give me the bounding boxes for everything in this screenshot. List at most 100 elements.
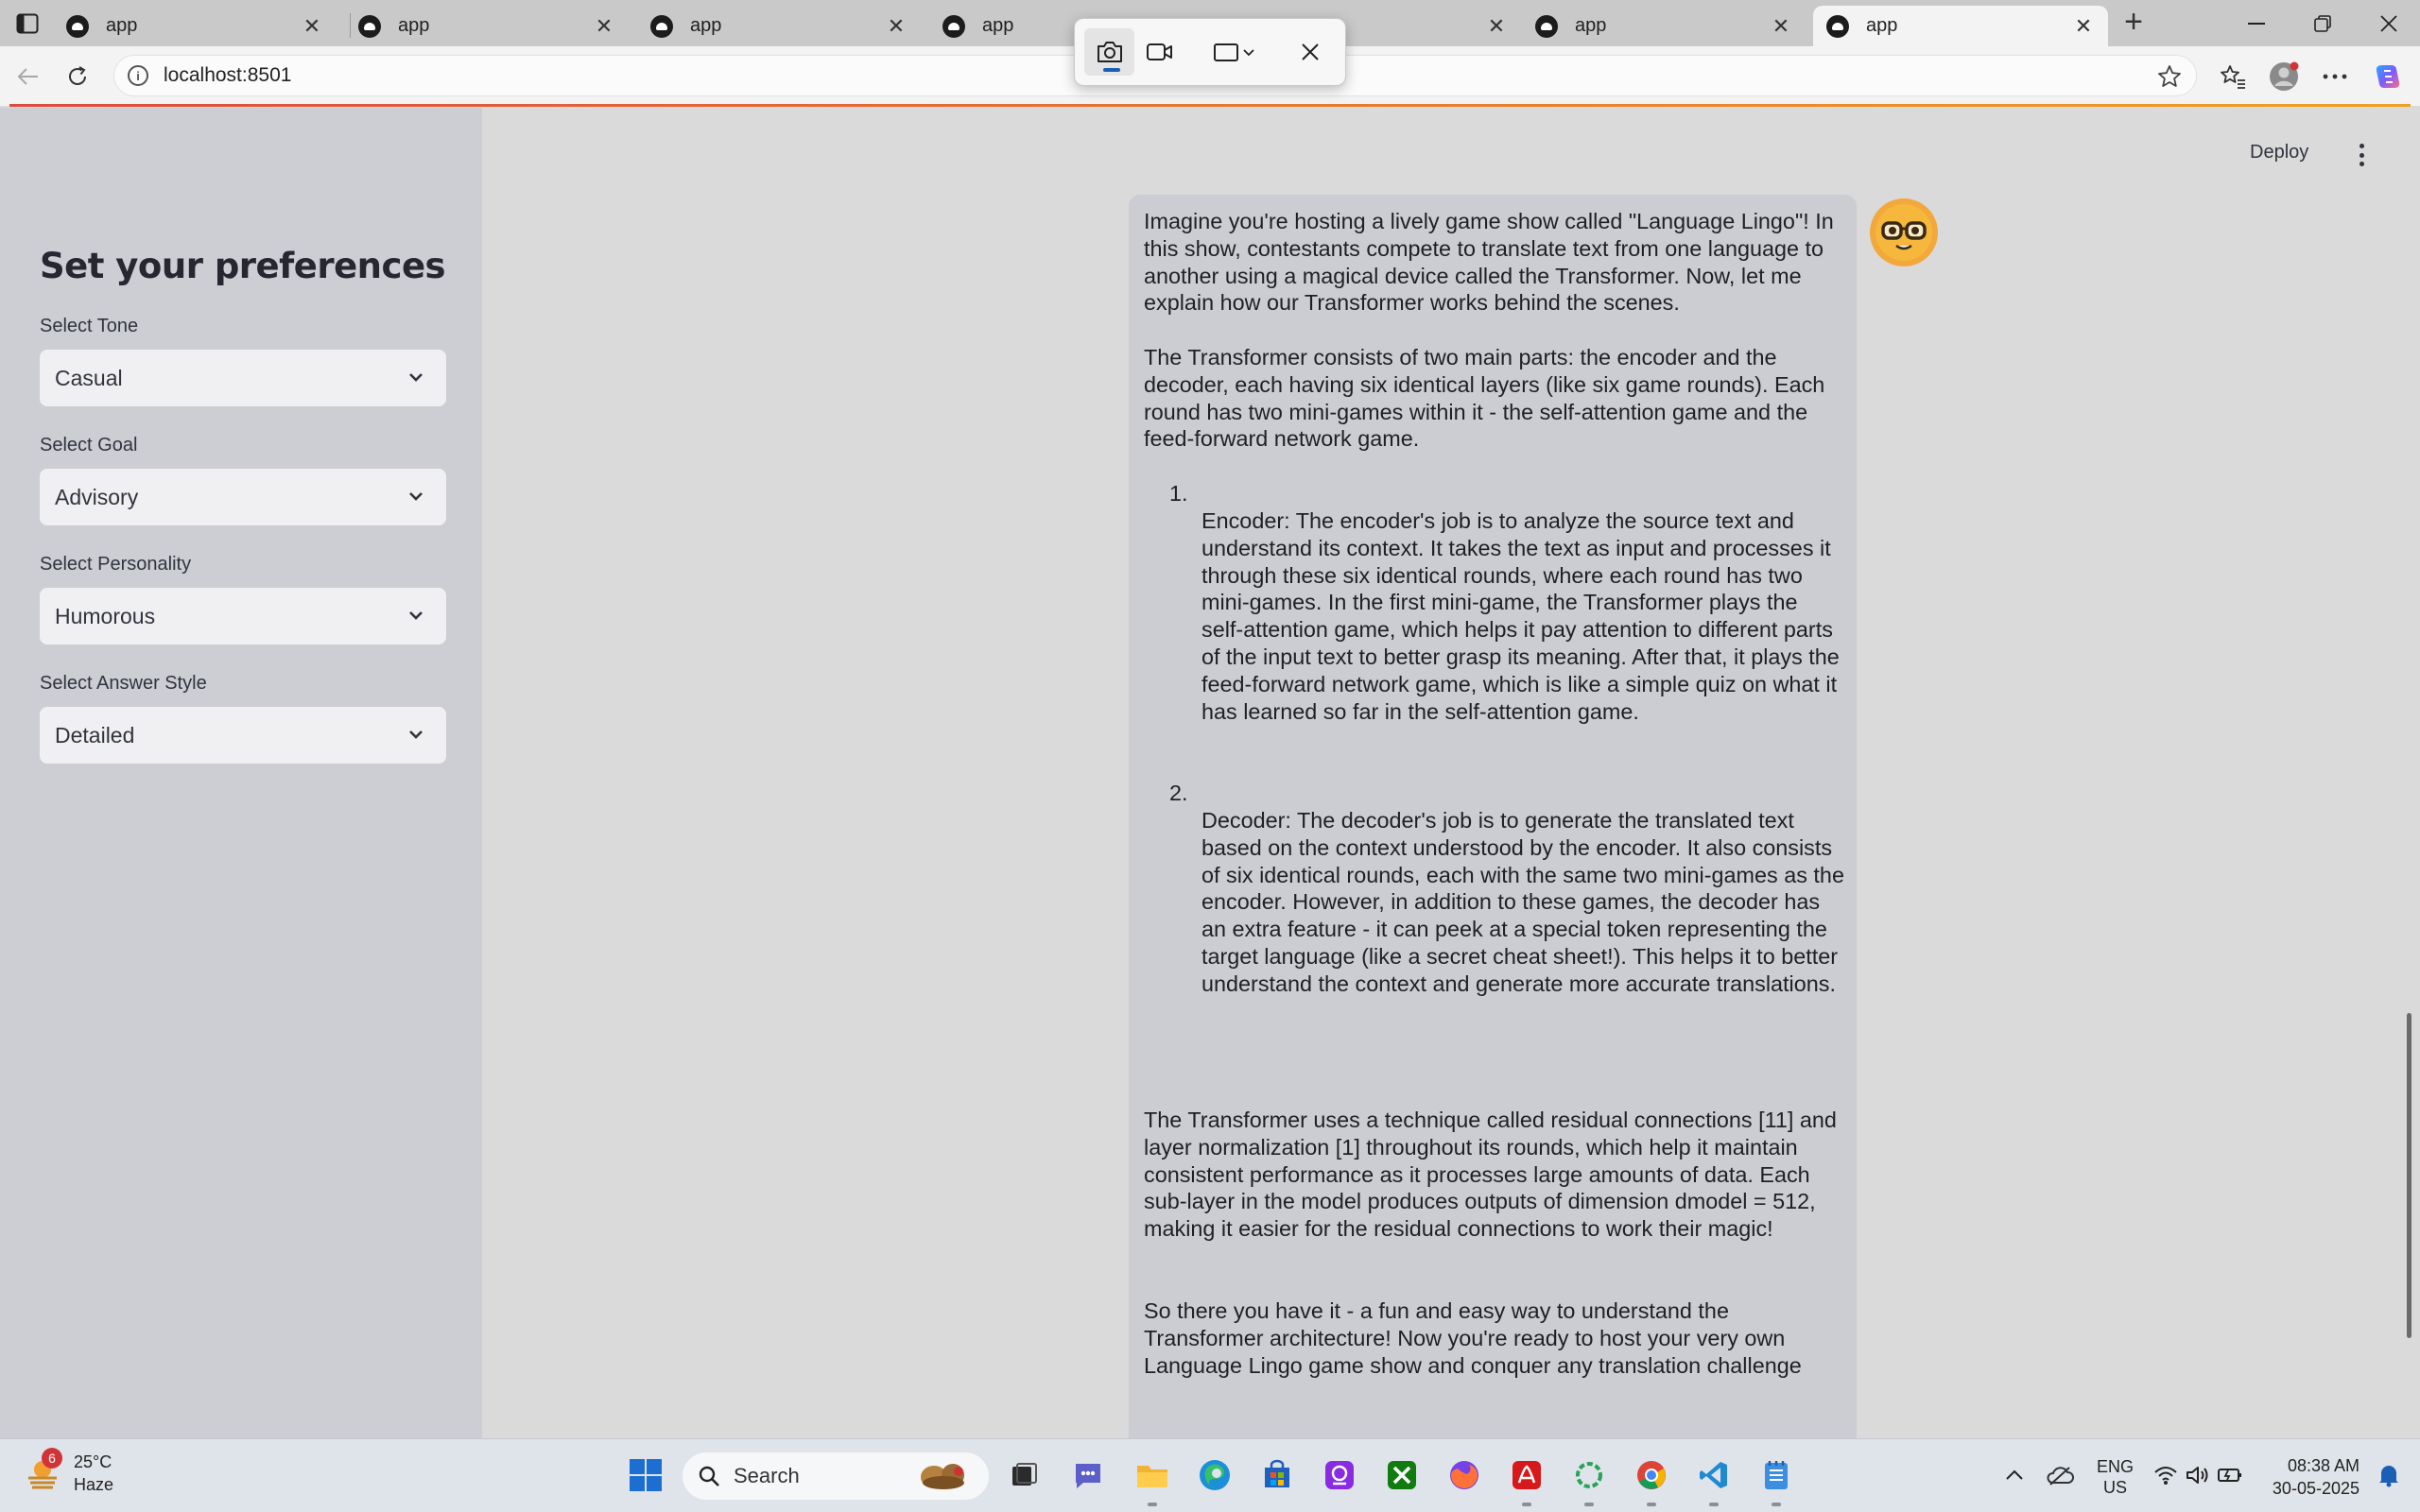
chat-icon[interactable]	[1068, 1455, 1108, 1495]
region-code: US	[2103, 1478, 2128, 1497]
refresh-icon[interactable]	[60, 60, 95, 94]
message-paragraph: The Transformer consists of two main par…	[1144, 345, 1825, 452]
browser-tab[interactable]: app ✕	[1522, 6, 1806, 46]
tone-label: Select Tone	[40, 316, 139, 336]
task-view-icon[interactable]	[1004, 1455, 1044, 1495]
app-favicon-icon	[358, 14, 381, 38]
firefox-icon[interactable]	[1444, 1455, 1484, 1495]
onedrive-icon[interactable]	[2040, 1455, 2080, 1495]
ellipsis-icon[interactable]	[2318, 60, 2352, 94]
chevron-down-icon	[406, 486, 425, 511]
tab-close-icon[interactable]: ✕	[2072, 14, 2095, 38]
clock-date: 30-05-2025	[2272, 1479, 2360, 1498]
goal-label: Select Goal	[40, 435, 138, 455]
chrome-icon[interactable]	[1632, 1455, 1671, 1506]
show-hidden-icons-chevron-icon[interactable]	[1995, 1455, 2034, 1495]
notification-bell-icon[interactable]	[2369, 1455, 2409, 1495]
weather-condition: Haze	[74, 1475, 114, 1494]
acrobat-icon[interactable]	[1507, 1455, 1547, 1506]
minimize-button[interactable]	[2223, 0, 2290, 46]
goal-select[interactable]: Advisory	[40, 469, 446, 525]
back-arrow-icon[interactable]	[11, 60, 45, 94]
answer-style-select-value: Detailed	[55, 722, 135, 747]
sidebar: Set your preferences Select Tone Casual …	[0, 108, 482, 1438]
chat-message-body: Imagine you're hosting a lively game sho…	[1144, 208, 1845, 1379]
taskbar-search[interactable]: Search	[683, 1452, 989, 1500]
browser-tab-active[interactable]: app ✕	[1813, 6, 2108, 46]
screen-capture-toolbar	[1074, 18, 1346, 86]
restore-button[interactable]	[2290, 0, 2356, 46]
taskbar: 6 25°C Haze Search ENG US 08:38 AM 30-05…	[0, 1438, 2420, 1512]
camera-icon[interactable]	[1084, 28, 1135, 76]
tab-title: app	[106, 15, 138, 36]
video-icon[interactable]	[1134, 28, 1184, 76]
tab-close-icon[interactable]: ✕	[301, 14, 323, 38]
personality-select-value: Humorous	[55, 603, 156, 628]
browser-tab[interactable]: app ✕	[53, 6, 337, 46]
star-icon[interactable]	[2156, 63, 2183, 94]
info-icon[interactable]: i	[128, 65, 148, 86]
search-icon	[698, 1465, 720, 1487]
input-language[interactable]: ENG US	[2097, 1456, 2134, 1498]
list-item: 2. Decoder: The decoder's job is to gene…	[1144, 780, 1845, 1107]
app-favicon-icon	[1535, 14, 1558, 38]
weather-widget[interactable]: 6 25°C Haze	[25, 1448, 114, 1496]
chevron-down-icon	[406, 605, 425, 630]
message-paragraph: Imagine you're hosting a lively game sho…	[1144, 209, 1834, 316]
list-item-number: 2.	[1169, 781, 1188, 805]
search-placeholder: Search	[734, 1464, 800, 1487]
tab-close-icon[interactable]: ✕	[593, 14, 615, 38]
personality-select[interactable]: Humorous	[40, 588, 446, 644]
list-item-number: 1.	[1169, 481, 1188, 506]
tone-select-value: Casual	[55, 365, 123, 390]
deploy-button[interactable]: Deploy	[2250, 142, 2308, 163]
edge-icon[interactable]	[1195, 1455, 1235, 1495]
sidebar-title: Set your preferences	[40, 246, 446, 286]
tab-title: app	[690, 15, 722, 36]
search-highlight-icon	[915, 1460, 976, 1492]
rectangle-select-icon[interactable]	[1201, 28, 1272, 76]
windows-start-icon[interactable]	[626, 1455, 666, 1495]
scrollbar-thumb[interactable]	[2407, 1013, 2411, 1338]
window-close-button[interactable]	[2356, 0, 2420, 46]
tab-close-icon[interactable]: ✕	[1770, 14, 1792, 38]
tab-title: app	[982, 15, 1014, 36]
browser-tab[interactable]: app	[929, 6, 1071, 46]
tab-title: app	[1866, 15, 1898, 36]
favorites-icon[interactable]	[2216, 60, 2250, 94]
tab-actions-icon[interactable]	[11, 9, 43, 38]
chevron-down-icon	[406, 724, 425, 749]
file-explorer-icon[interactable]	[1132, 1455, 1172, 1506]
battery-icon[interactable]	[2210, 1455, 2250, 1495]
app-favicon-icon	[650, 14, 673, 38]
main-menu-icon[interactable]	[2352, 140, 2371, 170]
close-icon[interactable]	[1286, 28, 1336, 76]
weather-temperature: 25°C	[74, 1452, 112, 1471]
copilot-icon[interactable]	[2371, 60, 2405, 94]
app-icon[interactable]	[1320, 1455, 1359, 1495]
goal-select-value: Advisory	[55, 484, 139, 509]
store-icon[interactable]	[1257, 1455, 1297, 1495]
language-code: ENG	[2097, 1457, 2135, 1476]
tone-select[interactable]: Casual	[40, 350, 446, 406]
app-favicon-icon	[942, 14, 965, 38]
tab-close-icon[interactable]: ✕	[885, 14, 908, 38]
list-item: 1. Encoder: The encoder's job is to anal…	[1144, 480, 1845, 780]
vscode-icon[interactable]	[1694, 1455, 1734, 1506]
message-paragraph: The Transformer uses a technique called …	[1144, 1108, 1837, 1242]
url-text[interactable]: localhost:8501	[164, 64, 291, 87]
list-item-text: Decoder: The decoder's job is to generat…	[1201, 808, 1844, 996]
ring-app-icon[interactable]	[1569, 1455, 1609, 1506]
system-clock[interactable]: 08:38 AM 30-05-2025	[2261, 1454, 2360, 1500]
browser-tab[interactable]: app ✕	[345, 6, 629, 46]
app-favicon-icon	[66, 14, 89, 38]
profile-icon[interactable]	[2267, 60, 2301, 94]
notification-badge: 6	[42, 1448, 62, 1469]
answer-style-select[interactable]: Detailed	[40, 707, 446, 764]
new-tab-button[interactable]: +	[2118, 6, 2150, 40]
notepad-icon[interactable]	[1756, 1455, 1796, 1506]
chevron-down-icon	[406, 367, 425, 392]
xbox-icon[interactable]	[1382, 1455, 1422, 1495]
browser-tab[interactable]: app ✕	[637, 6, 921, 46]
tab-close-icon[interactable]: ✕	[1485, 14, 1508, 38]
